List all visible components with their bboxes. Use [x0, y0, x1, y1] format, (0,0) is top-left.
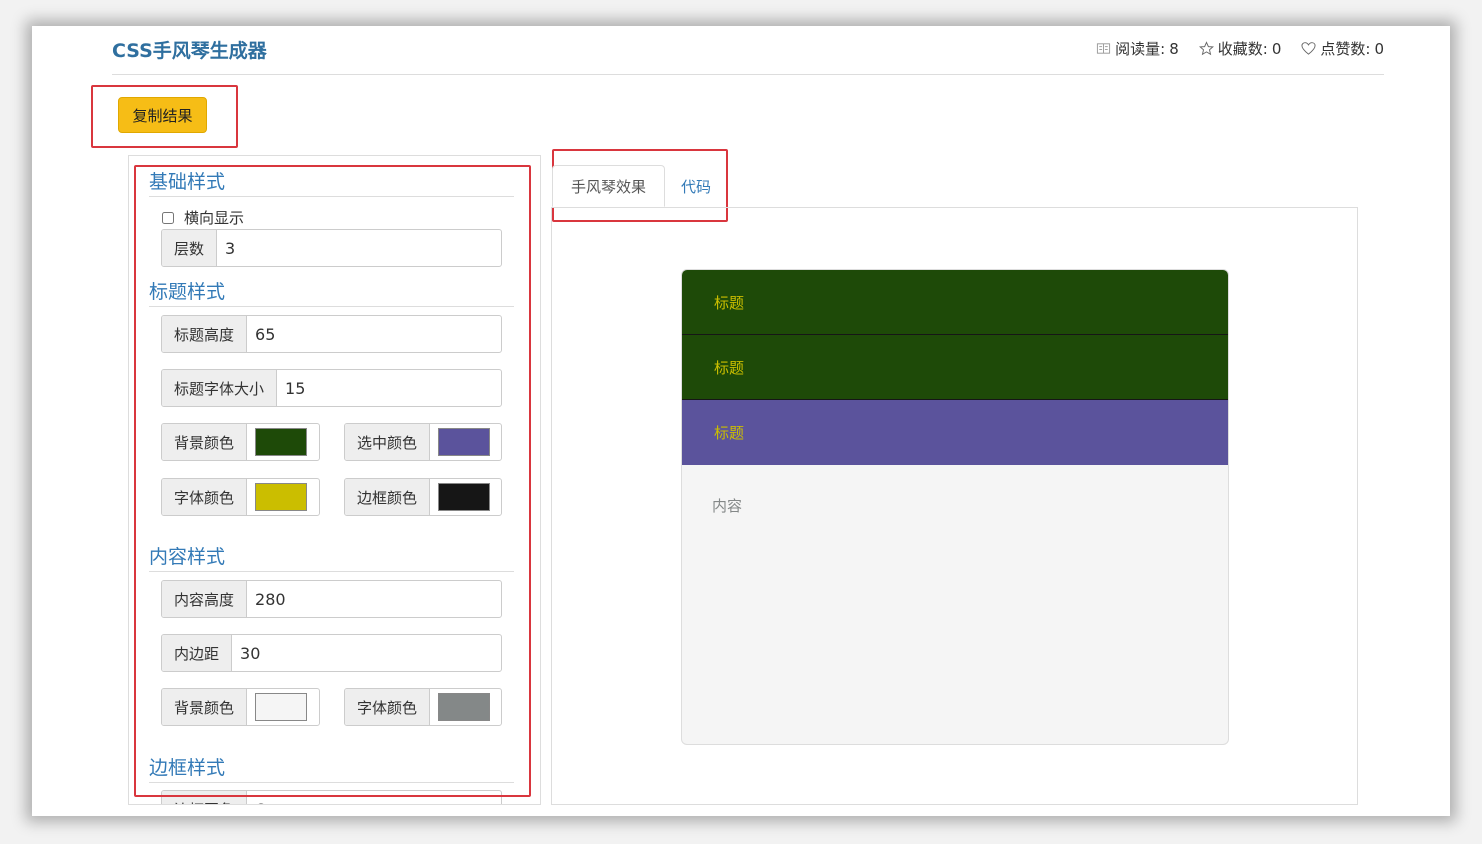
border-color-swatch[interactable]: [438, 483, 491, 511]
padding-label: 内边距: [162, 635, 233, 671]
stat-value: 8: [1169, 39, 1179, 58]
horizontal-toggle[interactable]: 横向显示: [162, 207, 244, 228]
heading-height-field[interactable]: 标题高度 65: [161, 315, 502, 353]
border-color-label: 边框颜色: [345, 479, 431, 515]
layers-input[interactable]: 3: [217, 230, 501, 266]
preview-pane: 标题 标题 标题 内容: [551, 207, 1358, 805]
book-icon: [1097, 43, 1111, 54]
page-header: CSS手风琴生成器 阅读量: 8 收藏数: 0 点赞数: 0: [112, 34, 1384, 75]
heading-bg-color-label: 背景颜色: [162, 424, 248, 460]
section-content-title: 内容样式: [149, 542, 514, 572]
border-color-field[interactable]: 边框颜色: [344, 478, 502, 516]
border-radius-input[interactable]: 6: [247, 791, 501, 805]
heading-bg-color-field[interactable]: 背景颜色: [161, 423, 320, 461]
heading-font-color-swatch[interactable]: [255, 483, 308, 511]
content-height-label: 内容高度: [162, 581, 248, 617]
stat-value: 0: [1271, 39, 1282, 58]
content-font-color-label: 字体颜色: [345, 689, 431, 725]
layers-field[interactable]: 层数 3: [161, 229, 502, 267]
horizontal-label: 横向显示: [184, 209, 245, 227]
content-font-color-field[interactable]: 字体颜色: [344, 688, 502, 726]
content-font-color-swatch[interactable]: [438, 693, 491, 721]
content-height-input[interactable]: 280: [247, 581, 501, 617]
border-radius-field[interactable]: 边框圆角 6: [161, 790, 502, 805]
padding-input[interactable]: 30: [232, 635, 501, 671]
accordion-content: 内容: [712, 497, 743, 515]
selected-color-swatch[interactable]: [438, 428, 491, 456]
stat-value: 0: [1374, 39, 1384, 58]
stat-label: 收藏数:: [1217, 40, 1268, 58]
heading-font-size-input[interactable]: 15: [277, 370, 501, 406]
heading-font-color-field[interactable]: 字体颜色: [161, 478, 320, 516]
accordion-header[interactable]: 标题: [682, 270, 1228, 335]
accordion-preview: 标题 标题 标题 内容: [681, 269, 1229, 745]
copy-result-button[interactable]: 复制结果: [118, 97, 207, 133]
page-frame: CSS手风琴生成器 阅读量: 8 收藏数: 0 点赞数: 0 复制结果 基础样式: [32, 26, 1450, 816]
stat-favorites[interactable]: 收藏数: 0: [1198, 38, 1282, 59]
page-title: CSS手风琴生成器: [112, 40, 267, 62]
content-height-field[interactable]: 内容高度 280: [161, 580, 502, 618]
heading-height-input[interactable]: 65: [247, 316, 501, 352]
selected-color-field[interactable]: 选中颜色: [344, 423, 502, 461]
tab-accordion-effect[interactable]: 手风琴效果: [552, 165, 665, 207]
stat-likes[interactable]: 点赞数: 0: [1301, 38, 1384, 59]
heading-height-label: 标题高度: [162, 316, 248, 352]
stat-label: 点赞数:: [1320, 40, 1371, 58]
layers-label: 层数: [162, 230, 218, 266]
horizontal-checkbox[interactable]: [162, 211, 174, 224]
heading-font-size-field[interactable]: 标题字体大小 15: [161, 369, 502, 407]
heart-icon: [1301, 42, 1316, 55]
section-heading-title: 标题样式: [149, 277, 514, 307]
content-bg-color-swatch[interactable]: [255, 693, 308, 721]
content-bg-color-label: 背景颜色: [162, 689, 248, 725]
section-basic-title: 基础样式: [149, 167, 514, 197]
padding-field[interactable]: 内边距 30: [161, 634, 502, 672]
star-icon: [1198, 41, 1214, 56]
stats-bar: 阅读量: 8 收藏数: 0 点赞数: 0: [1096, 38, 1384, 59]
heading-font-color-label: 字体颜色: [162, 479, 248, 515]
accordion-header[interactable]: 标题: [682, 400, 1228, 465]
settings-panel[interactable]: 基础样式 横向显示 层数 3 标题样式 标题高度 65 标题字体大小 15 背景…: [128, 155, 541, 805]
stat-label: 阅读量:: [1115, 40, 1166, 58]
accordion-header[interactable]: 标题: [682, 335, 1228, 400]
border-radius-label: 边框圆角: [162, 791, 248, 804]
content-bg-color-field[interactable]: 背景颜色: [161, 688, 320, 726]
heading-bg-color-swatch[interactable]: [255, 428, 308, 456]
heading-font-size-label: 标题字体大小: [162, 370, 278, 406]
stat-views: 阅读量: 8: [1096, 38, 1179, 59]
selected-color-label: 选中颜色: [345, 424, 431, 460]
section-border-title: 边框样式: [149, 753, 514, 783]
tab-code[interactable]: 代码: [666, 165, 726, 207]
